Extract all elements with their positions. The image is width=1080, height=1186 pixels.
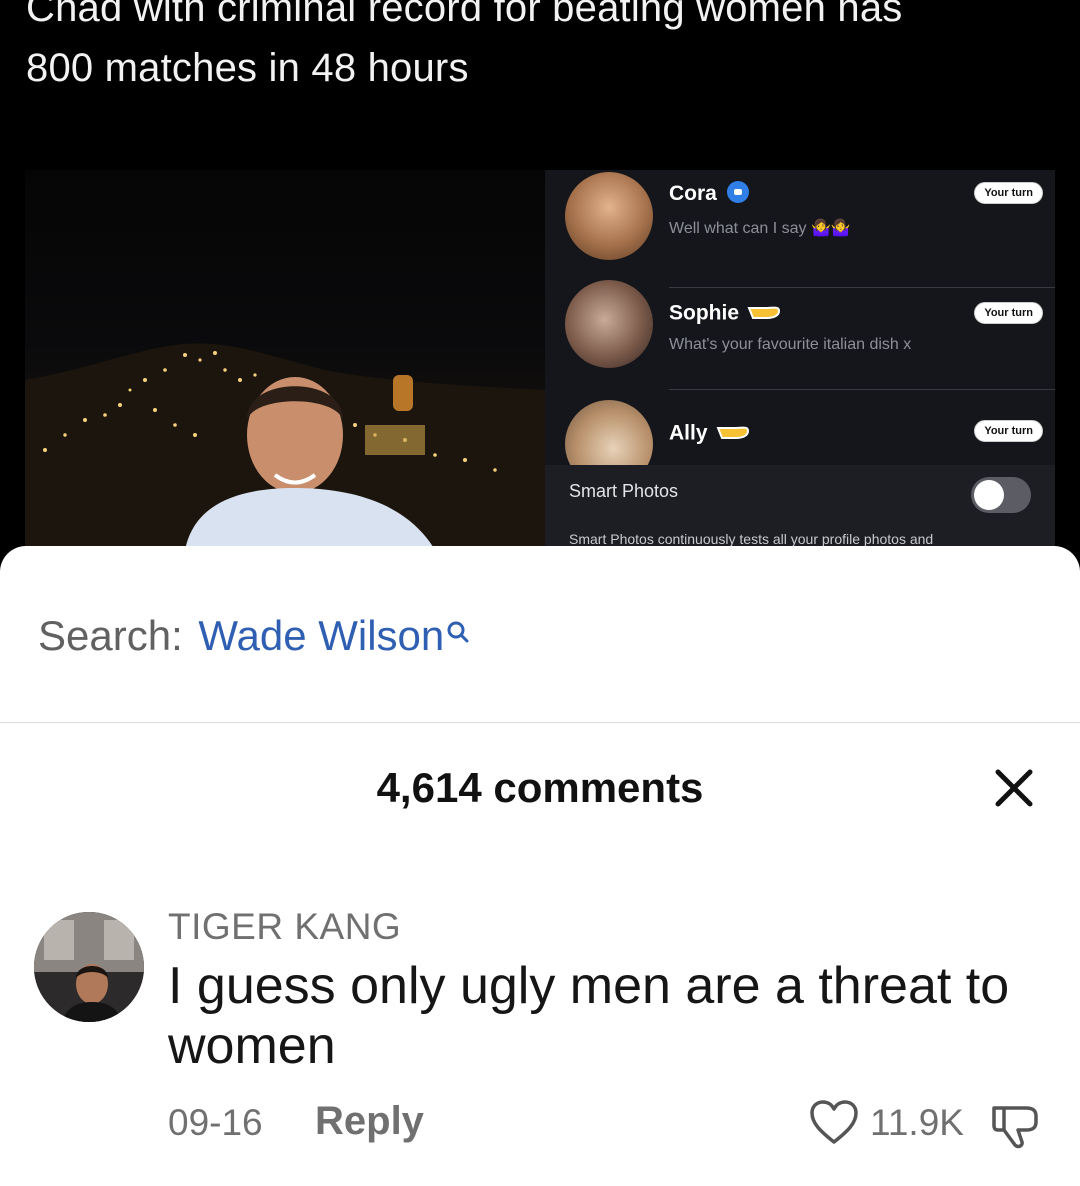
avatar xyxy=(565,280,653,368)
comment-item: TIGER KANG I guess only ugly men are a t… xyxy=(0,906,1080,1166)
chat-preview: What's your favourite italian dish x xyxy=(669,336,912,353)
comments-count-title: 4,614 comments xyxy=(376,764,704,811)
video-caption: Chad with criminal record for beating wo… xyxy=(26,0,1076,98)
dislike-button[interactable] xyxy=(988,1100,1042,1150)
video-player[interactable]: Chad with criminal record for beating wo… xyxy=(0,0,1080,580)
your-turn-badge: Your turn xyxy=(974,420,1043,442)
chat-name: Ally xyxy=(669,420,750,448)
chat-preview: Well what can I say 🤷‍♀️🤷‍♀️ xyxy=(669,220,851,237)
search-icon xyxy=(446,612,470,643)
search-query-link[interactable]: Wade Wilson xyxy=(198,612,444,659)
smart-photos-section: Smart Photos Smart Photos continuously t… xyxy=(545,465,1055,550)
avatar xyxy=(565,172,653,260)
caption-line-2: 800 matches in 48 hours xyxy=(26,46,469,90)
heart-icon xyxy=(810,1100,858,1144)
thumbs-down-icon xyxy=(992,1106,1038,1149)
avatar[interactable] xyxy=(34,912,144,1022)
night-city-photo xyxy=(25,170,545,550)
divider xyxy=(0,722,1080,723)
close-button[interactable] xyxy=(990,764,1038,812)
search-suggestion[interactable]: Search: Wade Wilson xyxy=(38,612,470,660)
smart-photos-toggle xyxy=(971,477,1031,513)
pointing-hand-icon xyxy=(747,300,781,328)
caption-line-1: Chad with criminal record for beating wo… xyxy=(26,0,903,30)
close-icon xyxy=(995,769,1033,807)
chat-row-sophie: Sophie What's your favourite italian dis… xyxy=(545,270,1055,390)
comment-text: I guess only ugly men are a threat to wo… xyxy=(168,957,1010,1075)
smart-photos-description: Smart Photos continuously tests all your… xyxy=(569,531,934,547)
reply-button[interactable]: Reply xyxy=(315,1099,424,1144)
divider xyxy=(669,389,1055,390)
chat-name: Sophie xyxy=(669,300,781,328)
like-count: 11.9K xyxy=(870,1102,964,1143)
chat-name: Cora xyxy=(669,181,749,206)
like-button[interactable] xyxy=(808,1098,860,1146)
comment-date: 09-16 xyxy=(168,1102,263,1143)
comments-sheet: Search: Wade Wilson 4,614 comments TIGER… xyxy=(0,546,1080,1186)
verified-icon xyxy=(726,181,749,204)
your-turn-badge: Your turn xyxy=(974,302,1043,324)
your-turn-badge: Your turn xyxy=(974,182,1043,204)
smart-photos-label: Smart Photos xyxy=(569,481,679,501)
dating-app-chat-list: Cora Well what can I say 🤷‍♀️🤷‍♀️ Your t… xyxy=(545,170,1055,550)
search-prefix: Search: xyxy=(38,612,183,659)
pointing-hand-icon xyxy=(716,420,750,448)
comment-username[interactable]: TIGER KANG xyxy=(168,906,401,948)
